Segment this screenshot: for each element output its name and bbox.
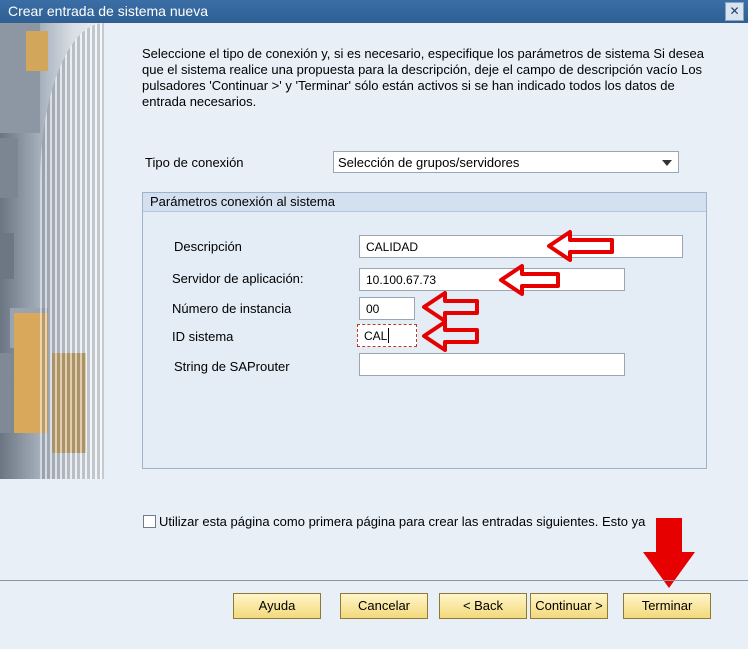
- app-server-value: 10.100.67.73: [366, 273, 437, 287]
- chevron-down-icon[interactable]: [662, 160, 672, 166]
- saprouter-field[interactable]: [359, 353, 625, 376]
- instance-number-label: Número de instancia: [172, 301, 292, 316]
- intro-text: Seleccione el tipo de conexión y, si es …: [142, 46, 704, 109]
- close-icon[interactable]: ✕: [725, 2, 744, 21]
- connection-type-label: Tipo de conexión: [145, 155, 244, 170]
- connection-type-value: Selección de grupos/servidores: [338, 155, 520, 170]
- text-caret: [388, 328, 389, 343]
- continue-button[interactable]: Continuar >: [530, 593, 608, 619]
- annotation-arrow-icon: [422, 320, 479, 352]
- title-bar: Crear entrada de sistema nueva ✕: [0, 0, 748, 23]
- app-server-field[interactable]: 10.100.67.73: [359, 268, 625, 291]
- description-field[interactable]: CALIDAD: [359, 235, 683, 258]
- help-button[interactable]: Ayuda: [233, 593, 321, 619]
- app-server-label: Servidor de aplicación:: [172, 271, 304, 286]
- back-button[interactable]: < Back: [439, 593, 527, 619]
- annotation-arrow-down-icon: [643, 518, 695, 588]
- side-banner-image: [0, 23, 104, 479]
- system-id-label: ID sistema: [172, 329, 234, 344]
- group-header: Parámetros conexión al sistema: [143, 193, 706, 212]
- description-label: Descripción: [174, 239, 242, 254]
- first-page-checkbox[interactable]: [143, 515, 156, 528]
- first-page-checkbox-label: Utilizar esta página como primera página…: [159, 514, 646, 529]
- instance-number-field[interactable]: 00: [359, 297, 415, 320]
- saprouter-label: String de SAProuter: [174, 359, 290, 374]
- description-value: CALIDAD: [366, 240, 419, 254]
- system-id-value: CAL: [364, 329, 388, 343]
- connection-type-select[interactable]: Selección de grupos/servidores: [333, 151, 679, 173]
- finish-button[interactable]: Terminar: [623, 593, 711, 619]
- cancel-button[interactable]: Cancelar: [340, 593, 428, 619]
- annotation-arrow-icon: [547, 230, 614, 262]
- group-title: Parámetros conexión al sistema: [150, 194, 335, 209]
- annotation-arrow-icon: [499, 264, 560, 296]
- window-title: Crear entrada de sistema nueva: [8, 3, 208, 19]
- system-id-field[interactable]: CAL: [357, 324, 417, 347]
- instance-number-value: 00: [366, 302, 380, 316]
- footer-divider: [0, 580, 748, 581]
